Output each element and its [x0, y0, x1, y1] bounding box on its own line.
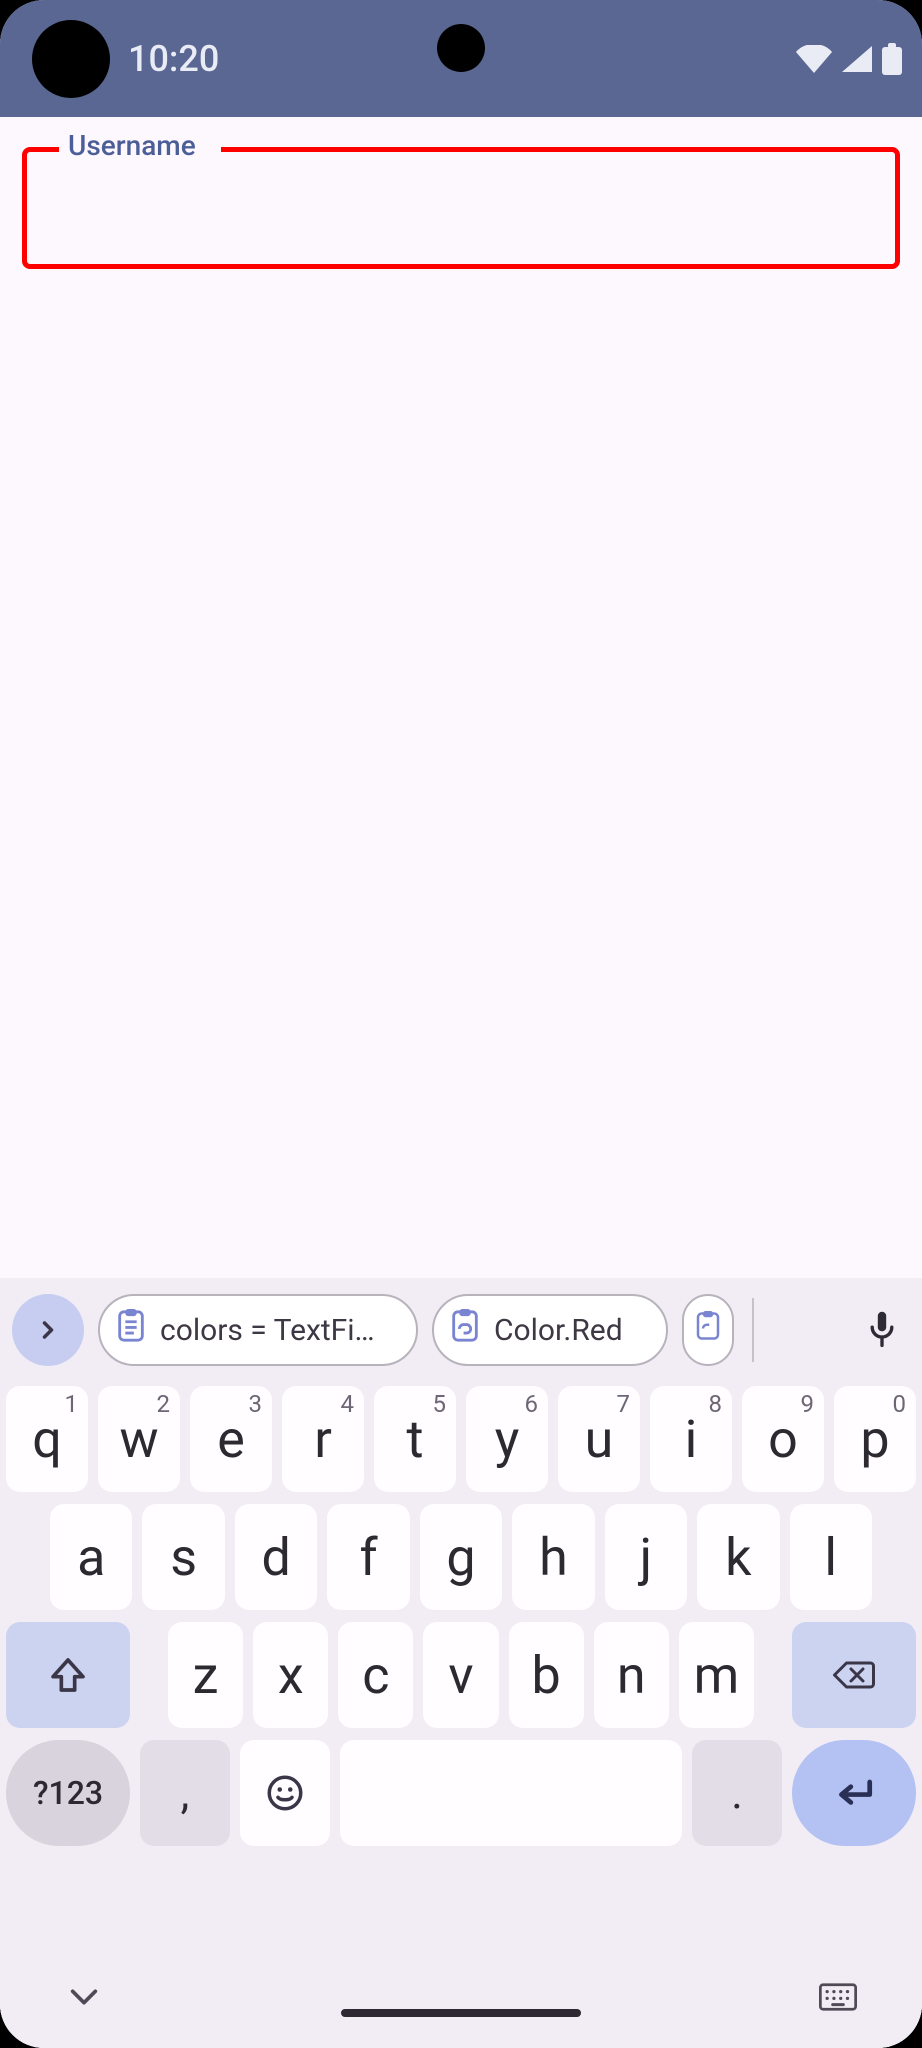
- key-k[interactable]: k: [697, 1504, 779, 1610]
- shift-key[interactable]: [6, 1622, 130, 1728]
- status-time: 10:20: [128, 38, 219, 80]
- clipboard-suggestion-2-text: Color.Red: [494, 1313, 623, 1348]
- nav-bar: [0, 1952, 922, 2048]
- notification-dot-icon: [32, 20, 110, 98]
- username-label: Username: [62, 129, 202, 162]
- status-bar: 10:20: [0, 0, 922, 117]
- wifi-icon: [796, 45, 832, 73]
- symbols-key[interactable]: ?123: [6, 1740, 130, 1846]
- camera-cutout-icon: [437, 24, 485, 72]
- space-key[interactable]: [340, 1740, 682, 1846]
- device-screen: 10:20 Username: [0, 0, 922, 2048]
- expand-toolbar-button[interactable]: [12, 1294, 84, 1366]
- emoji-key[interactable]: [240, 1740, 330, 1846]
- key-z[interactable]: z: [168, 1622, 243, 1728]
- enter-key[interactable]: [792, 1740, 916, 1846]
- clipboard-icon: [114, 1307, 148, 1353]
- key-s[interactable]: s: [142, 1504, 224, 1610]
- gesture-pill[interactable]: [341, 2009, 581, 2017]
- suggestion-row: colors = TextFi… Color.Red: [0, 1278, 922, 1382]
- key-row-1: q1 w2 e3 r4 t5 y6 u7 i8 o9 p0: [6, 1386, 916, 1492]
- key-f[interactable]: f: [327, 1504, 409, 1610]
- key-row-2: a s d f g h j k l: [6, 1504, 916, 1610]
- status-icons: [796, 43, 902, 75]
- key-h[interactable]: h: [512, 1504, 594, 1610]
- key-t[interactable]: t5: [374, 1386, 456, 1492]
- key-grid: q1 w2 e3 r4 t5 y6 u7 i8 o9 p0 a s d f g …: [0, 1382, 922, 1952]
- key-m[interactable]: m: [679, 1622, 754, 1728]
- key-x[interactable]: x: [253, 1622, 328, 1728]
- key-c[interactable]: c: [338, 1622, 413, 1728]
- key-row-4: ?123 , .: [6, 1740, 916, 1846]
- username-field[interactable]: Username: [22, 147, 900, 269]
- voice-input-button[interactable]: [854, 1302, 910, 1358]
- key-q[interactable]: q1: [6, 1386, 88, 1492]
- key-g[interactable]: g: [420, 1504, 502, 1610]
- key-v[interactable]: v: [423, 1622, 498, 1728]
- key-i[interactable]: i8: [650, 1386, 732, 1492]
- clipboard-link-icon: [448, 1307, 482, 1353]
- key-w[interactable]: w2: [98, 1386, 180, 1492]
- soft-keyboard: colors = TextFi… Color.Red q1 w: [0, 1278, 922, 2048]
- divider: [752, 1298, 754, 1362]
- key-p[interactable]: p0: [834, 1386, 916, 1492]
- period-key[interactable]: .: [692, 1740, 782, 1846]
- key-u[interactable]: u7: [558, 1386, 640, 1492]
- key-y[interactable]: y6: [466, 1386, 548, 1492]
- clipboard-link-icon: [693, 1309, 723, 1351]
- key-b[interactable]: b: [509, 1622, 584, 1728]
- clipboard-suggestion-1-text: colors = TextFi…: [160, 1313, 375, 1348]
- key-d[interactable]: d: [235, 1504, 317, 1610]
- backspace-key[interactable]: [792, 1622, 916, 1728]
- cellular-signal-icon: [842, 46, 872, 72]
- key-a[interactable]: a: [50, 1504, 132, 1610]
- key-r[interactable]: r4: [282, 1386, 364, 1492]
- key-o[interactable]: o9: [742, 1386, 824, 1492]
- battery-icon: [882, 43, 902, 75]
- key-n[interactable]: n: [594, 1622, 669, 1728]
- clipboard-suggestion-1[interactable]: colors = TextFi…: [98, 1294, 418, 1366]
- clipboard-suggestion-3[interactable]: [682, 1294, 734, 1366]
- hide-keyboard-button[interactable]: [60, 1973, 108, 2021]
- key-j[interactable]: j: [605, 1504, 687, 1610]
- clipboard-suggestion-2[interactable]: Color.Red: [432, 1294, 668, 1366]
- comma-key[interactable]: ,: [140, 1740, 230, 1846]
- key-l[interactable]: l: [790, 1504, 872, 1610]
- username-input[interactable]: [42, 159, 880, 257]
- keyboard-switch-button[interactable]: [814, 1973, 862, 2021]
- key-row-3: z x c v b n m: [6, 1622, 916, 1728]
- key-e[interactable]: e3: [190, 1386, 272, 1492]
